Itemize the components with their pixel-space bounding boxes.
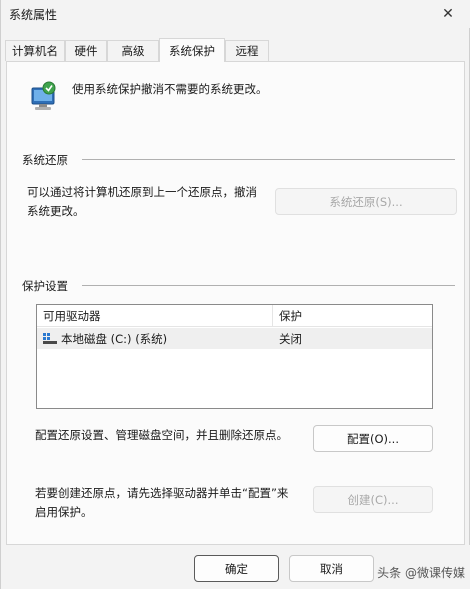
column-protection[interactable]: 保护 — [273, 305, 432, 327]
tab-system-protection[interactable]: 系统保护 — [159, 38, 225, 62]
close-icon[interactable]: ✕ — [425, 0, 470, 28]
protection-group-divider — [82, 285, 455, 286]
configure-button[interactable]: 配置(O)... — [313, 425, 433, 452]
drive-icon — [43, 333, 57, 344]
system-restore-button[interactable]: 系统还原(S)... — [275, 188, 457, 215]
restore-group-title: 系统还原 — [22, 153, 68, 167]
ok-button[interactable]: 确定 — [194, 555, 279, 582]
window-title: 系统属性 — [9, 8, 58, 22]
tab-computer-name[interactable]: 计算机名 — [5, 40, 65, 61]
drive-list-header: 可用驱动器 保护 — [37, 305, 432, 327]
tab-remote[interactable]: 远程 — [225, 40, 269, 61]
drive-row[interactable]: 本地磁盘 (C:) (系统) 关闭 — [37, 328, 432, 349]
tab-hardware[interactable]: 硬件 — [65, 40, 107, 61]
configure-description: 配置还原设置、管理磁盘空间，并且删除还原点。 — [35, 428, 288, 442]
drive-name-cell: 本地磁盘 (C:) (系统) — [43, 328, 167, 349]
intro-text: 使用系统保护撤消不需要的系统更改。 — [72, 82, 268, 96]
cancel-button[interactable]: 取消 — [289, 555, 374, 582]
drive-list[interactable]: 可用驱动器 保护 本地磁盘 (C:) (系统) 关闭 — [36, 304, 433, 409]
restore-description: 可以通过将计算机还原到上一个还原点，撤消 系统更改。 — [27, 185, 257, 218]
system-properties-window: 系统属性 ✕ 计算机名 硬件 高级 系统保护 远程 使用系统保护撤消不需要的系统… — [0, 0, 470, 589]
protection-group-title: 保护设置 — [22, 279, 68, 293]
tab-advanced[interactable]: 高级 — [107, 40, 159, 61]
create-description: 若要创建还原点，请先选择驱动器并单击“配置”来 启用保护。 — [35, 486, 289, 519]
system-protection-icon — [31, 81, 56, 110]
watermark: 头条 @微课传媒 — [377, 566, 465, 580]
drive-protection-cell: 关闭 — [279, 331, 302, 346]
restore-group-divider — [82, 159, 455, 160]
title-bar[interactable]: 系统属性 ✕ — [1, 0, 470, 28]
create-button[interactable]: 创建(C)... — [313, 486, 433, 513]
dialog-footer: 确定 取消 头条 @微课传媒 — [1, 545, 470, 589]
column-available-drives[interactable]: 可用驱动器 — [37, 305, 272, 327]
system-protection-panel: 使用系统保护撤消不需要的系统更改。 系统还原 可以通过将计算机还原到上一个还原点… — [6, 61, 465, 545]
